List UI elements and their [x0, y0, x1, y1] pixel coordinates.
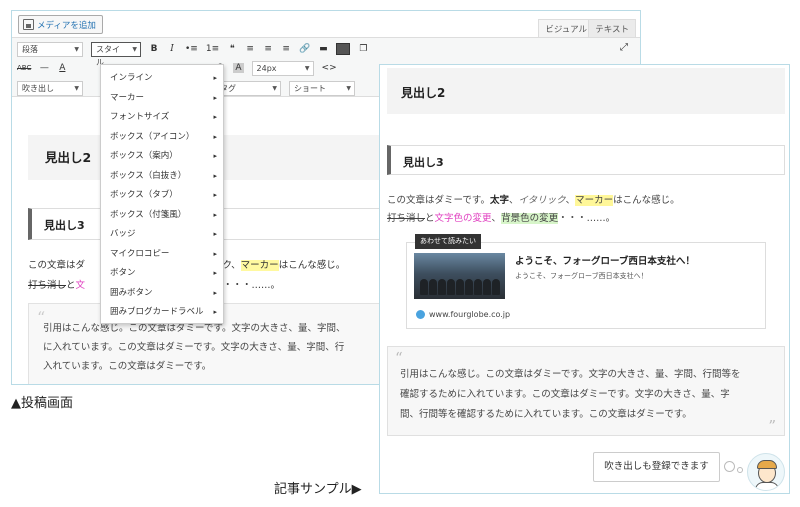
blog-card-description: ようこそ、フォーグローブ西日本支社へ！	[515, 272, 648, 280]
media-icon	[23, 19, 34, 30]
blog-card-url: www.fourglobe.co.jp	[429, 310, 511, 319]
thought-circle	[737, 467, 743, 473]
text-span: ・・・……。	[223, 280, 281, 291]
article-paragraph-line-2: 打ち消しと文字色の変更、背景色の変更・・・……。	[387, 210, 615, 224]
align-center-icon[interactable]: ≡	[263, 44, 273, 54]
toolbar-toggle-icon[interactable]	[336, 43, 351, 55]
text-span: はこんな感じ。	[278, 260, 346, 271]
marker-text: マーカー	[575, 195, 614, 206]
add-media-button[interactable]: メディアを追加	[18, 15, 103, 34]
menu-item-box-sticky[interactable]: ボックス（付箋風）	[101, 206, 223, 226]
blog-card-title[interactable]: ようこそ、フォーグローブ西日本支社へ！	[515, 253, 695, 267]
format-select[interactable]: 段落	[17, 41, 83, 57]
menu-item-font-size[interactable]: フォントサイズ	[101, 108, 223, 128]
align-left-icon[interactable]: ≡	[245, 44, 255, 54]
italic-text: イタリック	[518, 195, 566, 206]
site-favicon-icon	[416, 310, 425, 319]
quote-open-icon: “	[395, 349, 403, 367]
strikethrough-text: 打ち消し	[387, 213, 426, 224]
quote-line: 入れています。この文章はダミーです。	[43, 361, 212, 372]
style-dropdown-menu: インライン マーカー フォントサイズ ボックス（アイコン） ボックス（案内） ボ…	[100, 64, 224, 324]
article-h3-text: 見出し3	[403, 156, 444, 169]
numbered-list-icon[interactable]: 1≡	[206, 44, 219, 54]
text-span: と	[66, 280, 76, 291]
text-span: はこんな感じ。	[613, 195, 680, 206]
text-span: ・・・……。	[558, 213, 616, 224]
menu-item-marker[interactable]: マーカー	[101, 89, 223, 109]
background-colored-text: 背景色の変更	[501, 213, 559, 224]
menu-item-box-tab[interactable]: ボックス（タブ）	[101, 186, 223, 206]
caption-article-sample: 記事サンプル▶	[274, 482, 362, 497]
tag-select[interactable]: タグ	[215, 80, 281, 96]
horizontal-line-icon[interactable]: —	[39, 63, 49, 73]
strikethrough-text: 打ち消し	[28, 280, 67, 291]
copy-icon[interactable]: ❐	[358, 44, 368, 54]
speech-bubble-select[interactable]: 吹き出し	[17, 80, 83, 96]
toolbar-row-1: 段落 スタイル B I •≡ 1≡ ❝ ≡ ≡ ≡ 🔗 ▬ ❐	[17, 40, 368, 67]
editor-h2-text: 見出し2	[45, 150, 92, 165]
menu-item-inline[interactable]: インライン	[101, 69, 223, 89]
menu-item-badge[interactable]: バッジ	[101, 225, 223, 245]
colored-text: 文字色の変更	[434, 213, 492, 224]
text-span: 、	[565, 195, 576, 206]
link-icon[interactable]: 🔗	[299, 44, 310, 54]
background-color-icon[interactable]: A	[233, 63, 244, 73]
article-heading-2: 見出し2	[387, 68, 785, 114]
quote-close-icon: ”	[768, 417, 776, 435]
blog-card[interactable]: あわせて読みたい ようこそ、フォーグローブ西日本支社へ！ ようこそ、フォーグロー…	[406, 234, 766, 329]
shortcode-select[interactable]: ショートコ...	[289, 80, 355, 106]
blog-card-label: あわせて読みたい	[415, 234, 481, 249]
marker-text: マーカー	[240, 260, 279, 271]
article-heading-3: 見出し3	[387, 145, 785, 175]
text-color-icon[interactable]: A	[57, 63, 67, 73]
menu-item-box-icon[interactable]: ボックス（アイコン）	[101, 128, 223, 148]
menu-item-box-outline[interactable]: ボックス（白抜き）	[101, 167, 223, 187]
text-span: 、	[491, 213, 502, 224]
font-size-select[interactable]: 24px	[251, 60, 314, 76]
align-right-icon[interactable]: ≡	[281, 44, 291, 54]
bold-icon[interactable]: B	[149, 44, 159, 54]
text-span: この文章はダ	[28, 260, 86, 271]
article-paragraph-line-1: この文章はダミーです。太字、イタリック、マーカーはこんな感じ。	[387, 192, 680, 206]
text-span: この文章はダミーです。	[387, 195, 490, 206]
speech-bubble: 吹き出しも登録できます	[593, 452, 720, 482]
fullscreen-icon[interactable]: ⤢	[620, 42, 628, 53]
bullet-list-icon[interactable]: •≡	[185, 44, 198, 54]
thought-circle	[724, 461, 735, 472]
blockquote-icon[interactable]: ❝	[227, 44, 237, 54]
italic-icon[interactable]: I	[167, 44, 177, 54]
code-icon[interactable]: <>	[322, 63, 337, 73]
style-select[interactable]: スタイル	[91, 41, 141, 67]
article-blockquote: “ 引用はこんな感じ。この文章はダミーです。文字の大きさ、量、字間、行間等を 確…	[387, 346, 785, 436]
article-sample: 見出し2 見出し3 この文章はダミーです。太字、イタリック、マーカーはこんな感じ…	[379, 64, 790, 494]
menu-item-microcopy[interactable]: マイクロコピー	[101, 245, 223, 265]
quote-line: 間、行間等を確認するために入れています。この文章はダミーです。	[400, 409, 692, 420]
menu-item-button[interactable]: ボタン	[101, 264, 223, 284]
text-span: と	[425, 213, 435, 224]
blog-card-site: www.fourglobe.co.jp	[416, 310, 510, 319]
menu-item-outline-button[interactable]: 囲みボタン	[101, 284, 223, 304]
speaker-avatar	[747, 453, 785, 491]
menu-item-box-guide[interactable]: ボックス（案内）	[101, 147, 223, 167]
caption-post-screen: ▲投稿画面	[11, 396, 73, 411]
strikethrough-icon[interactable]: ABC	[17, 64, 31, 72]
menu-item-blogcard-label[interactable]: 囲みブログカードラベル	[101, 303, 223, 323]
read-more-icon[interactable]: ▬	[318, 44, 328, 54]
blog-card-thumbnail	[414, 253, 505, 299]
tab-visual[interactable]: ビジュアル	[538, 19, 594, 37]
quote-line: 引用はこんな感じ。この文章はダミーです。文字の大きさ、量、字間、行間等を	[400, 369, 741, 380]
colored-text: 文	[75, 280, 86, 291]
editor-h3-text: 見出し3	[44, 219, 85, 232]
text-span: 、	[509, 195, 519, 206]
quote-line: に入れています。この文章はダミーです。文字の大きさ、量、字間、行	[43, 342, 345, 353]
tab-text[interactable]: テキスト	[588, 19, 636, 37]
quote-line: 確認するために入れています。この文章はダミーです。文字の大きさ、量、字	[400, 389, 730, 400]
bold-text: 太字	[489, 195, 509, 206]
article-h2-text: 見出し2	[401, 86, 446, 100]
editor-top-bar: メディアを追加 ビジュアル テキスト	[12, 11, 640, 37]
add-media-label: メディアを追加	[37, 20, 96, 31]
